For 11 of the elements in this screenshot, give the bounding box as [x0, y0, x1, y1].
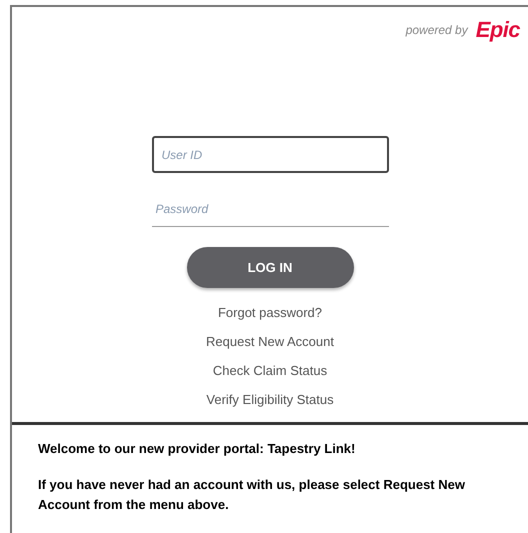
menu-link[interactable]: Request New Account: [206, 333, 334, 350]
logo: Epic: [476, 19, 520, 41]
menu-link[interactable]: Forgot password?: [218, 304, 322, 321]
menu-link[interactable]: Check Claim Status: [212, 362, 328, 379]
login-button[interactable]: LOG IN: [186, 247, 354, 288]
menu-link[interactable]: Verify Eligibility Status: [206, 391, 334, 408]
user-id-field[interactable]: User ID: [152, 136, 388, 173]
password-field[interactable]: Password: [152, 191, 388, 227]
powered-by-text: powered by: [406, 22, 468, 39]
notice-paragraph: If you have never had an account with us, please select Request New Account from the menu above.: [38, 476, 466, 514]
welcome-heading: Welcome to our new provider portal: Tapestry Link!: [38, 440, 356, 458]
